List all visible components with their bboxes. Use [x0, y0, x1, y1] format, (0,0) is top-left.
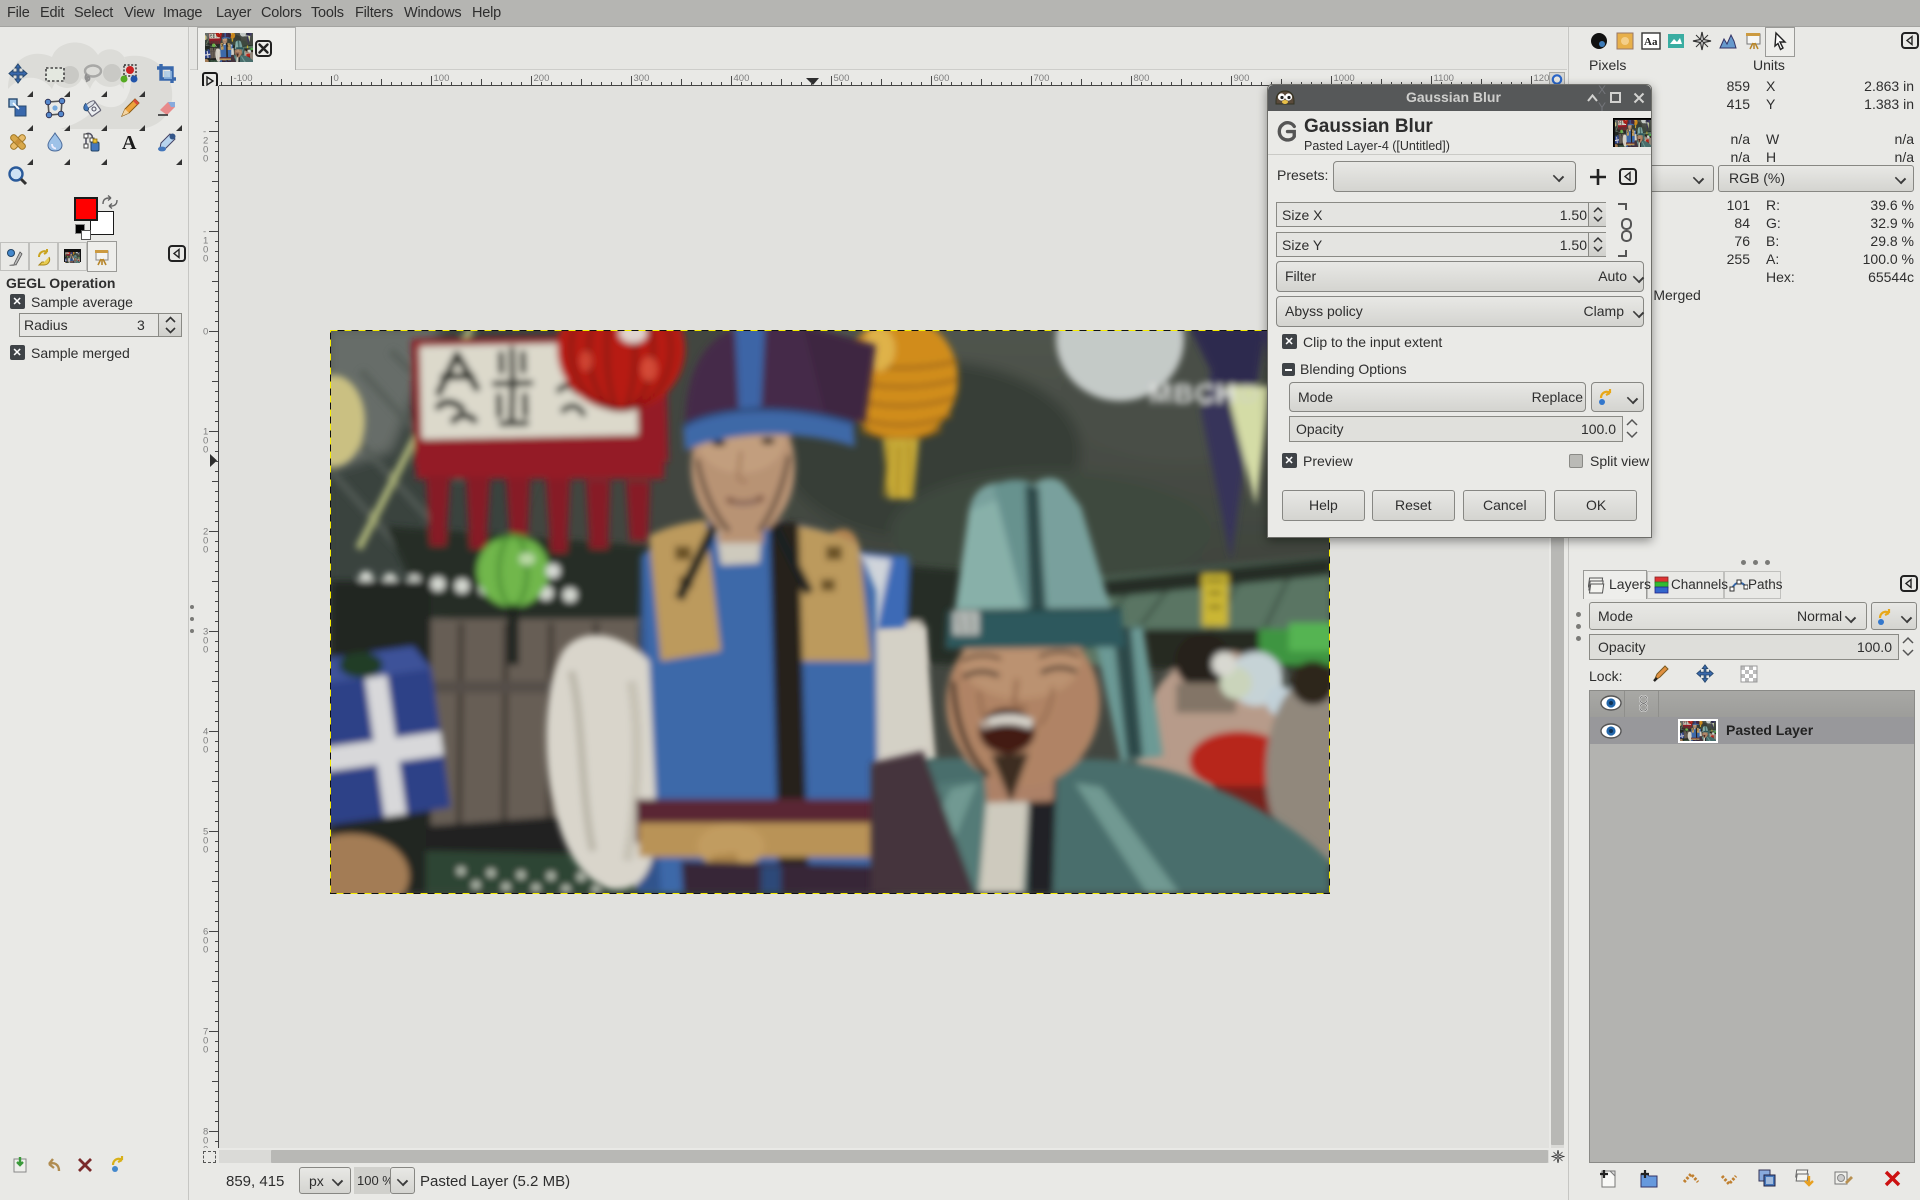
svg-text:1000: 1000: [1334, 73, 1355, 84]
svg-text:200: 200: [534, 73, 550, 84]
svg-text:0: 0: [203, 327, 208, 338]
svg-text:900: 900: [1234, 73, 1250, 84]
svg-text:0: 0: [203, 254, 208, 265]
svg-text:0: 0: [334, 73, 339, 84]
svg-text:400: 400: [734, 73, 750, 84]
svg-text:700: 700: [1034, 73, 1050, 84]
svg-text:0: 0: [203, 545, 208, 556]
svg-text:1100: 1100: [1434, 73, 1454, 84]
svg-text:0: 0: [203, 154, 208, 165]
svg-text:500: 500: [834, 73, 850, 84]
svg-text:0: 0: [203, 845, 208, 856]
svg-text:0: 0: [203, 445, 208, 456]
svg-text:-100: -100: [234, 73, 253, 84]
svg-text:300: 300: [634, 73, 650, 84]
svg-text:600: 600: [934, 73, 950, 84]
svg-text:A: A: [122, 132, 137, 153]
svg-text:0: 0: [203, 1145, 208, 1149]
svg-text:0: 0: [203, 745, 208, 756]
svg-text:800: 800: [1134, 73, 1150, 84]
svg-text:100: 100: [434, 73, 450, 84]
svg-text:0: 0: [203, 945, 208, 956]
svg-text:0: 0: [203, 1045, 208, 1056]
svg-text:0: 0: [203, 645, 208, 656]
svg-text:Aa: Aa: [1644, 36, 1658, 48]
svg-text:1200: 1200: [1534, 73, 1550, 84]
